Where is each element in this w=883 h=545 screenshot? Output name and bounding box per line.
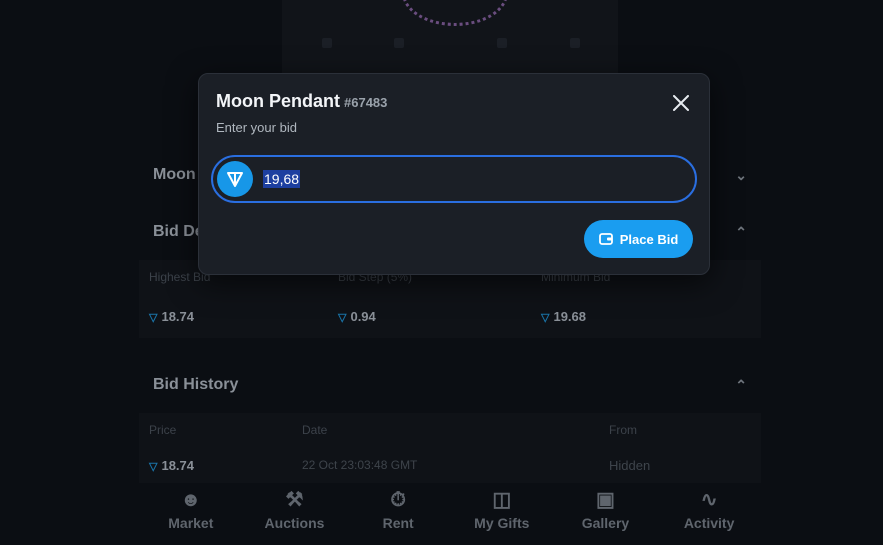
stopwatch-icon: ⏱ (390, 489, 406, 511)
table-row: ▽ 18.74 22 Oct 23:03:48 GMT Hidden (139, 447, 761, 483)
highest-bid-value: 18.74 (161, 308, 195, 324)
ton-icon: ▽ (149, 460, 158, 473)
gift-preview-image (282, 0, 618, 80)
close-button[interactable] (669, 91, 693, 115)
nav-label: Gallery (581, 515, 630, 531)
gavel-icon: ⚒ (285, 489, 304, 511)
history-date: 22 Oct 23:03:48 GMT (302, 458, 418, 472)
bottom-navigation: ☻ Market ⚒ Auctions ⏱ Rent ◫ My Gifts ▣ … (139, 488, 761, 545)
bid-history-table: Price Date From ▽ 18.74 22 Oct 23:03:48 G… (139, 413, 761, 483)
column-header: Price (149, 423, 177, 437)
table-row: ▽ 18.74 ▽ 0.94 ▽ 19.68 (139, 294, 761, 338)
gift-icon: ◫ (492, 489, 512, 511)
dialog-subtitle: Enter your bid (216, 120, 297, 135)
ton-icon (217, 161, 253, 197)
close-icon (673, 95, 689, 111)
place-bid-label: Place Bid (619, 231, 679, 247)
bid-input[interactable]: 19,68 (263, 170, 301, 188)
place-bid-dialog: Moon Pendant #67483 Enter your bid 19,68 … (198, 73, 710, 275)
wallet-icon (598, 233, 613, 245)
bid-step-value: 0.94 (350, 308, 376, 324)
section-title: Moon (153, 166, 196, 183)
bid-amount-field[interactable]: 19,68 (211, 155, 697, 203)
history-from: Hidden (609, 457, 651, 473)
bid-input-value: 19,68 (263, 170, 301, 188)
place-bid-button[interactable]: Place Bid (584, 220, 693, 258)
section-title: Bid De (153, 223, 204, 240)
gift-id: #67483 (344, 95, 388, 110)
nav-label: Activity (683, 515, 735, 531)
nav-auctions[interactable]: ⚒ Auctions (244, 488, 344, 531)
nav-label: Auctions (264, 515, 325, 531)
column-header: From (609, 423, 637, 437)
nav-label: Market (168, 515, 214, 531)
nav-label: Rent (382, 515, 414, 531)
nav-my-gifts[interactable]: ◫ My Gifts (452, 488, 552, 531)
table-header: Price Date From (139, 413, 761, 447)
dialog-title: Moon Pendant #67483 (216, 91, 387, 112)
ton-icon: ▽ (149, 311, 158, 324)
nav-market[interactable]: ☻ Market (141, 488, 241, 531)
ton-icon: ▽ (338, 311, 347, 324)
minimum-bid-value: 19.68 (553, 308, 587, 324)
store-icon: ▣ (596, 489, 615, 511)
history-price: 18.74 (161, 457, 195, 473)
nav-rent[interactable]: ⏱ Rent (348, 488, 448, 531)
activity-icon: ∿ (700, 489, 718, 511)
pendant-chain-graphic (402, 0, 508, 26)
market-icon: ☻ (180, 489, 202, 511)
gift-name: Moon Pendant (216, 91, 340, 111)
chevron-up-icon: ⌃ (735, 223, 747, 240)
section-title: Bid History (153, 376, 239, 393)
ton-icon: ▽ (541, 311, 550, 324)
nav-activity[interactable]: ∿ Activity (659, 488, 759, 531)
chevron-down-icon: ⌄ (735, 166, 747, 183)
chevron-up-icon: ⌃ (735, 376, 747, 393)
column-header: Date (302, 423, 328, 437)
section-header-bid-history[interactable]: Bid History ⌃ (139, 359, 761, 411)
nav-label: My Gifts (474, 515, 530, 531)
nav-gallery[interactable]: ▣ Gallery (555, 488, 655, 531)
